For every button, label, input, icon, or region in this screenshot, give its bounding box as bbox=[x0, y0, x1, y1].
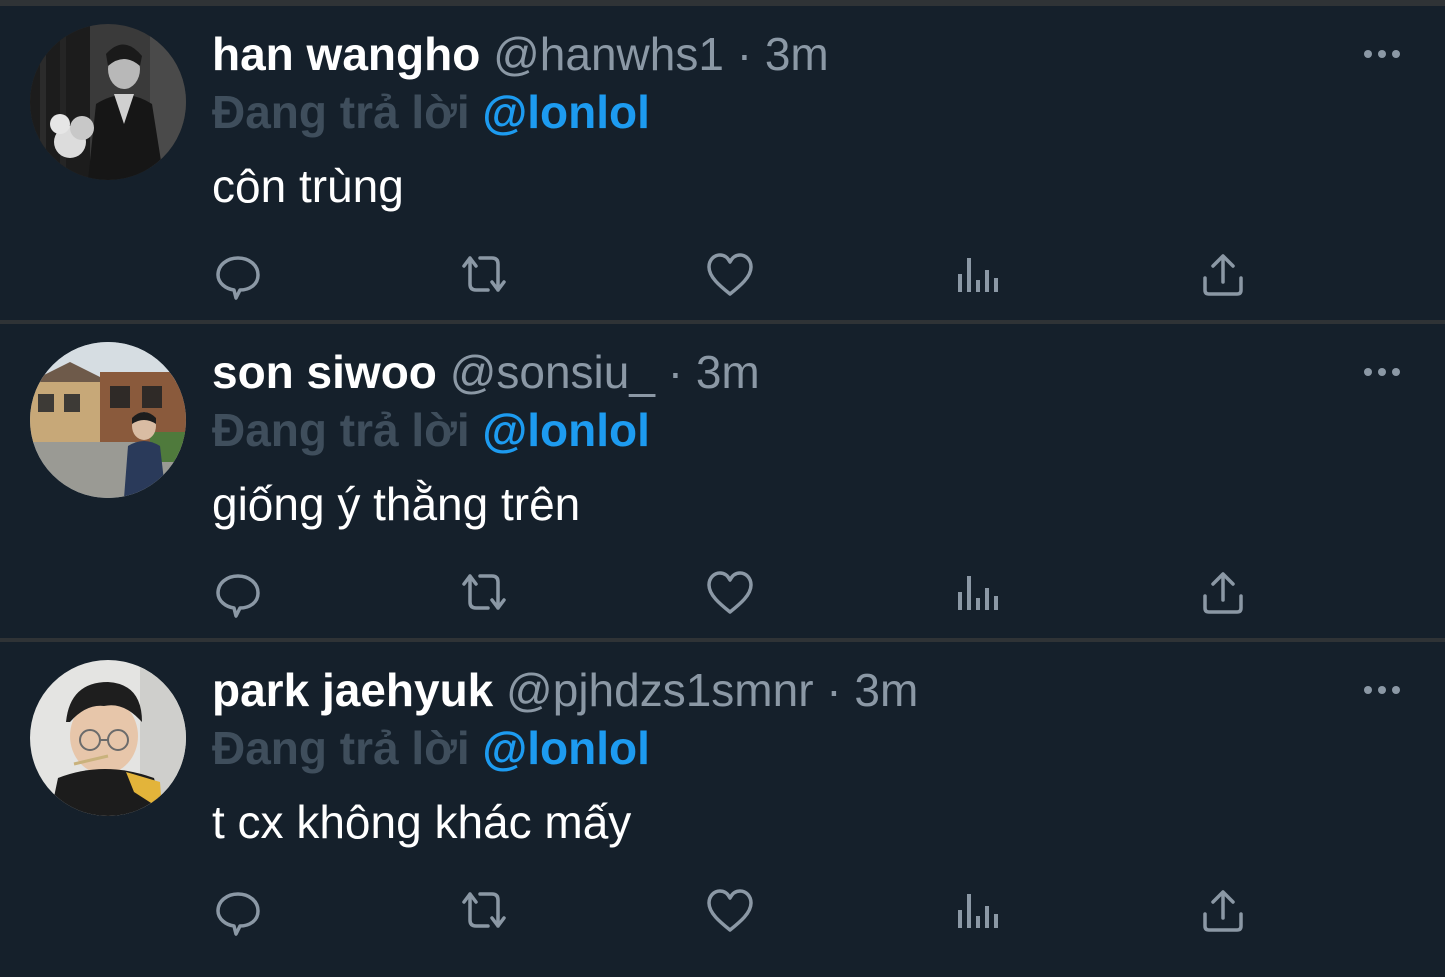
replying-to-line: Đang trả lời @lonlol bbox=[212, 82, 650, 142]
retweet-icon[interactable] bbox=[454, 562, 514, 622]
retweet-icon[interactable] bbox=[454, 244, 514, 304]
tweet-header: han wangho @hanwhs1 · 3m bbox=[212, 24, 829, 84]
tweet-header: son siwoo @sonsiu_ · 3m bbox=[212, 342, 760, 402]
tweet-text: côn trùng bbox=[212, 160, 404, 212]
user-handle[interactable]: @sonsiu_ bbox=[450, 346, 655, 398]
separator-dot: · bbox=[736, 28, 753, 80]
tweet[interactable]: han wangho @hanwhs1 · 3m Đang trả lời @l… bbox=[0, 6, 1445, 324]
share-upload-icon[interactable] bbox=[1193, 562, 1253, 622]
avatar[interactable] bbox=[30, 342, 186, 498]
tweet[interactable]: park jaehyuk @pjhdzs1smnr · 3m Đang trả … bbox=[0, 642, 1445, 972]
timestamp[interactable]: 3m bbox=[765, 28, 829, 80]
action-bar bbox=[0, 880, 1445, 940]
display-name[interactable]: park jaehyuk bbox=[212, 664, 493, 716]
reply-mention-link[interactable]: @lonlol bbox=[482, 86, 650, 138]
replying-to-label: Đang trả lời bbox=[212, 86, 470, 138]
timestamp[interactable]: 3m bbox=[854, 664, 918, 716]
avatar[interactable] bbox=[30, 24, 186, 180]
analytics-bars-icon[interactable] bbox=[948, 244, 1008, 304]
reply-bubble-icon[interactable] bbox=[208, 562, 268, 622]
more-horizontal-icon[interactable] bbox=[1358, 670, 1406, 710]
replying-to-line: Đang trả lời @lonlol bbox=[212, 718, 650, 778]
analytics-bars-icon[interactable] bbox=[948, 562, 1008, 622]
action-bar bbox=[0, 562, 1445, 622]
heart-icon[interactable] bbox=[700, 880, 760, 940]
share-upload-icon[interactable] bbox=[1193, 880, 1253, 940]
replying-to-line: Đang trả lời @lonlol bbox=[212, 400, 650, 460]
more-horizontal-icon[interactable] bbox=[1358, 352, 1406, 392]
reply-bubble-icon[interactable] bbox=[208, 880, 268, 940]
user-handle[interactable]: @hanwhs1 bbox=[493, 28, 724, 80]
more-horizontal-icon[interactable] bbox=[1358, 34, 1406, 74]
tweet-feed: han wangho @hanwhs1 · 3m Đang trả lời @l… bbox=[0, 6, 1445, 972]
tweet-header: park jaehyuk @pjhdzs1smnr · 3m bbox=[212, 660, 918, 720]
action-bar bbox=[0, 244, 1445, 304]
reply-mention-link[interactable]: @lonlol bbox=[482, 722, 650, 774]
share-upload-icon[interactable] bbox=[1193, 244, 1253, 304]
heart-icon[interactable] bbox=[700, 562, 760, 622]
analytics-bars-icon[interactable] bbox=[948, 880, 1008, 940]
tweet-text: giống ý thằng trên bbox=[212, 478, 581, 530]
reply-bubble-icon[interactable] bbox=[208, 244, 268, 304]
heart-icon[interactable] bbox=[700, 244, 760, 304]
replying-to-label: Đang trả lời bbox=[212, 404, 470, 456]
retweet-icon[interactable] bbox=[454, 880, 514, 940]
separator-dot: · bbox=[667, 346, 684, 398]
tweet-text: t cx không khác mấy bbox=[212, 796, 632, 848]
tweet[interactable]: son siwoo @sonsiu_ · 3m Đang trả lời @lo… bbox=[0, 324, 1445, 642]
timestamp[interactable]: 3m bbox=[696, 346, 760, 398]
separator-dot: · bbox=[826, 664, 842, 716]
reply-mention-link[interactable]: @lonlol bbox=[482, 404, 650, 456]
user-handle[interactable]: @pjhdzs1smnr bbox=[506, 664, 813, 716]
display-name[interactable]: han wangho bbox=[212, 28, 480, 80]
avatar[interactable] bbox=[30, 660, 186, 816]
display-name[interactable]: son siwoo bbox=[212, 346, 437, 398]
replying-to-label: Đang trả lời bbox=[212, 722, 470, 774]
